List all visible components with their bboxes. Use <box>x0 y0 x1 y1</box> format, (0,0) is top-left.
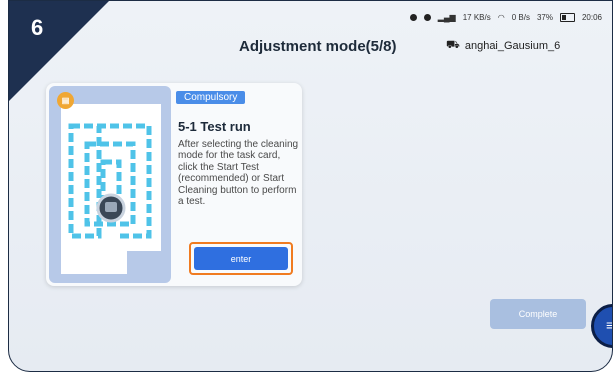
location-icon <box>423 14 431 21</box>
map-preview: ▤ <box>49 86 171 283</box>
app-frame: 6 ▂▄▆ 17 KB/s ◠ 0 B/s 37% 20:06 Adjustme… <box>8 0 613 372</box>
map-badge-icon: ▤ <box>57 92 74 109</box>
card-description: After selecting the cleaning mode for th… <box>178 139 299 208</box>
net-speed-1: 17 KB/s <box>462 13 491 22</box>
complete-button[interactable]: Complete <box>490 299 586 329</box>
notification-icon <box>409 14 417 21</box>
robot-name: anghai_Gausium_6 <box>464 40 561 52</box>
step-number: 6 <box>31 15 44 40</box>
enter-highlight: enter <box>189 242 293 275</box>
menu-fab-icon[interactable]: ≡ <box>591 304 612 348</box>
wifi-icon: ◠ <box>497 13 505 22</box>
compulsory-tag: Compulsory <box>176 91 246 104</box>
signal-icon: ▂▄▆ <box>437 13 456 22</box>
clock: 20:06 <box>581 13 602 22</box>
robot-label: ⛟ anghai_Gausium_6 <box>446 39 560 53</box>
task-card: ▤ Compulsory 5-1 Test run After selectin… <box>46 83 302 286</box>
map-drawing <box>61 104 161 274</box>
enter-button[interactable]: enter <box>194 247 288 270</box>
battery-percent: 37% <box>536 13 553 22</box>
battery-icon <box>559 13 575 22</box>
robot-icon: ⛟ <box>446 39 460 51</box>
card-title: 5-1 Test run <box>178 119 251 134</box>
status-bar: ▂▄▆ 17 KB/s ◠ 0 B/s 37% 20:06 <box>409 13 602 22</box>
page-title: Adjustment mode(5/8) <box>239 38 397 55</box>
net-speed-2: 0 B/s <box>511 13 530 22</box>
